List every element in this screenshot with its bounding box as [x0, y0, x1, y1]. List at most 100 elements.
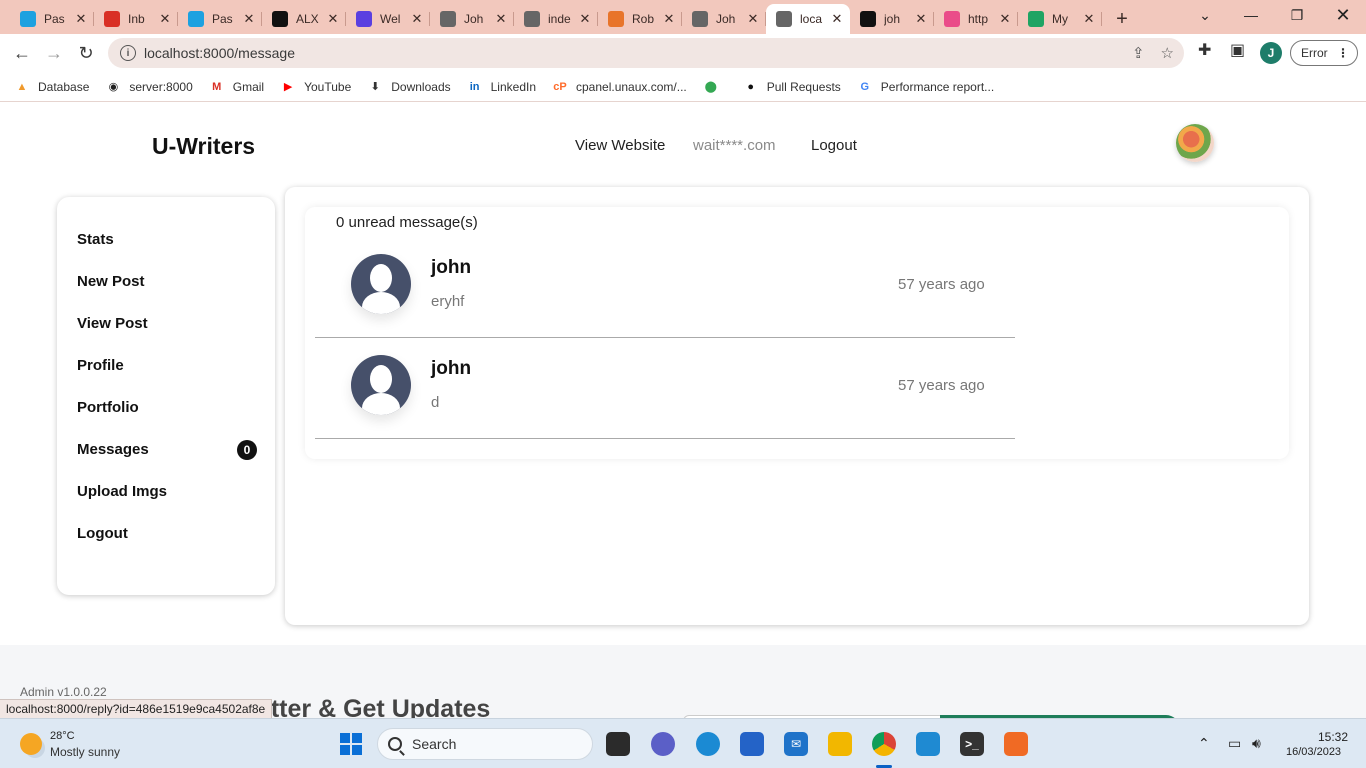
tab-search-icon[interactable]: ⌄ [1182, 0, 1228, 30]
browser-tab[interactable]: Joh ✕ [430, 4, 514, 34]
close-tab-icon[interactable]: ✕ [998, 11, 1012, 27]
bookmark-item[interactable]: ⬤ [703, 79, 727, 95]
address-bar[interactable]: i localhost:8000/message ⇪ ☆ [108, 38, 1184, 68]
browser-tab[interactable]: loca ✕ [766, 4, 850, 34]
browser-tab[interactable]: ALX ✕ [262, 4, 346, 34]
extensions-icon[interactable]: ✚ [1198, 40, 1211, 60]
close-tab-icon[interactable]: ✕ [494, 11, 508, 27]
sidebar-item-logout[interactable]: Logout [77, 525, 257, 542]
maximize-icon[interactable]: ❐ [1274, 0, 1320, 30]
w-icon [356, 11, 372, 27]
forward-icon[interactable]: → [38, 37, 70, 69]
bookmark-item[interactable]: ● Pull Requests [743, 79, 840, 95]
weather-temp[interactable]: 28°C [50, 730, 75, 742]
browser-tab[interactable]: Pas ✕ [178, 4, 262, 34]
globe-icon: ◉ [108, 81, 119, 93]
bookmark-item[interactable]: G Performance report... [857, 79, 995, 95]
bookmark-label: cpanel.unaux.com/... [576, 79, 687, 94]
browser-tab[interactable]: Joh ✕ [682, 4, 766, 34]
reload-icon[interactable]: ↻ [70, 37, 102, 69]
edge-icon[interactable] [696, 732, 720, 756]
sidebar-item-view-post[interactable]: View Post [77, 315, 257, 332]
back-icon[interactable]: ← [6, 37, 38, 69]
share-icon[interactable]: ⇪ [1132, 44, 1145, 62]
sidebar-item-stats[interactable]: Stats [77, 231, 257, 248]
bookmark-item[interactable]: ◉ server:8000 [105, 79, 193, 95]
message-row[interactable]: john eryhf 57 years ago [315, 237, 1015, 338]
browser-tab[interactable]: Pas ✕ [10, 4, 94, 34]
bookmark-item[interactable]: cP cpanel.unaux.com/... [552, 79, 687, 95]
tab-title: Joh [716, 12, 736, 26]
user-avatar[interactable] [1176, 124, 1214, 162]
weather-sun-icon[interactable] [20, 733, 42, 755]
network-icon[interactable]: ▭ [1228, 735, 1241, 752]
close-window-icon[interactable]: ✕ [1320, 0, 1366, 30]
admin-version: Admin v1.0.0.22 [20, 685, 107, 699]
terminal-icon[interactable]: >_ [960, 732, 984, 756]
bookmark-star-icon[interactable]: ☆ [1161, 44, 1174, 62]
default-avatar-icon [351, 355, 411, 415]
vscode-icon[interactable] [916, 732, 940, 756]
tab-title: loca [800, 12, 823, 26]
view-website-link[interactable]: View Website [575, 137, 665, 154]
weather-desc[interactable]: Mostly sunny [50, 745, 120, 759]
browser-tab[interactable]: Inb ✕ [94, 4, 178, 34]
close-tab-icon[interactable]: ✕ [326, 11, 340, 27]
close-tab-icon[interactable]: ✕ [662, 11, 676, 27]
close-tab-icon[interactable]: ✕ [830, 11, 844, 27]
minimize-icon[interactable]: — [1228, 0, 1274, 30]
bookmark-label: Downloads [391, 79, 451, 94]
bookmark-item[interactable]: ▶ YouTube [280, 79, 351, 95]
profile-avatar[interactable]: J [1260, 42, 1282, 64]
clock-time[interactable]: 15:32 [1318, 730, 1348, 744]
bookmark-item[interactable]: M Gmail [209, 79, 264, 95]
sidebar-item-messages[interactable]: Messages 0 [77, 440, 257, 460]
close-tab-icon[interactable]: ✕ [242, 11, 256, 27]
browser-tab[interactable]: Wel ✕ [346, 4, 430, 34]
sidebar-item-label: Portfolio [77, 399, 139, 416]
store-icon[interactable] [740, 732, 764, 756]
teams-chat-icon[interactable] [651, 732, 675, 756]
tray-chevron-icon[interactable]: ⌃ [1198, 735, 1210, 752]
browser-tab[interactable]: My ✕ [1018, 4, 1102, 34]
task-view-icon[interactable] [606, 732, 630, 756]
error-button[interactable]: Error ⋮ [1290, 40, 1358, 66]
close-tab-icon[interactable]: ✕ [746, 11, 760, 27]
chrome-icon[interactable] [872, 732, 896, 756]
close-tab-icon[interactable]: ✕ [410, 11, 424, 27]
close-tab-icon[interactable]: ✕ [74, 11, 88, 27]
browser-tab[interactable]: Rob ✕ [598, 4, 682, 34]
new-tab-button[interactable]: + [1102, 4, 1142, 34]
sidebar-item-portfolio[interactable]: Portfolio [77, 399, 257, 416]
start-icon[interactable] [339, 732, 363, 756]
bookmark-item[interactable]: in LinkedIn [467, 79, 536, 95]
sidebar: Stats New Post View Post Profile Portfolio Me… [57, 197, 275, 595]
close-tab-icon[interactable]: ✕ [158, 11, 172, 27]
bookmark-label: LinkedIn [490, 79, 536, 94]
file-explorer-icon[interactable] [828, 732, 852, 756]
side-panel-icon[interactable]: ▣ [1230, 40, 1245, 60]
close-tab-icon[interactable]: ✕ [914, 11, 928, 27]
xampp-icon[interactable] [1004, 732, 1028, 756]
top-logout-link[interactable]: Logout [811, 137, 857, 154]
sidebar-item-upload-imgs[interactable]: Upload Imgs [77, 483, 257, 500]
browser-tab[interactable]: joh ✕ [850, 4, 934, 34]
clock-date[interactable]: 16/03/2023 [1286, 746, 1341, 758]
mail-icon[interactable]: ✉ [784, 732, 808, 756]
close-tab-icon[interactable]: ✕ [578, 11, 592, 27]
tab-title: Wel [380, 12, 401, 26]
sidebar-item-profile[interactable]: Profile [77, 357, 257, 374]
tab-title: Pas [44, 12, 65, 26]
bookmark-item[interactable]: ⬇ Downloads [367, 79, 451, 95]
close-tab-icon[interactable]: ✕ [1082, 11, 1096, 27]
browser-tab[interactable]: http ✕ [934, 4, 1018, 34]
site-info-icon[interactable]: i [120, 45, 136, 61]
volume-icon[interactable]: 🔊︎ [1252, 735, 1261, 752]
sidebar-item-new-post[interactable]: New Post [77, 273, 257, 290]
message-row[interactable]: john d 57 years ago [315, 338, 1015, 439]
bookmark-item[interactable]: ▲ Database [14, 79, 90, 95]
browser-tab[interactable]: inde ✕ [514, 4, 598, 34]
paypal-icon [188, 11, 204, 27]
taskbar-search[interactable]: Search [377, 728, 593, 760]
site-brand[interactable]: U-Writers [152, 133, 255, 160]
